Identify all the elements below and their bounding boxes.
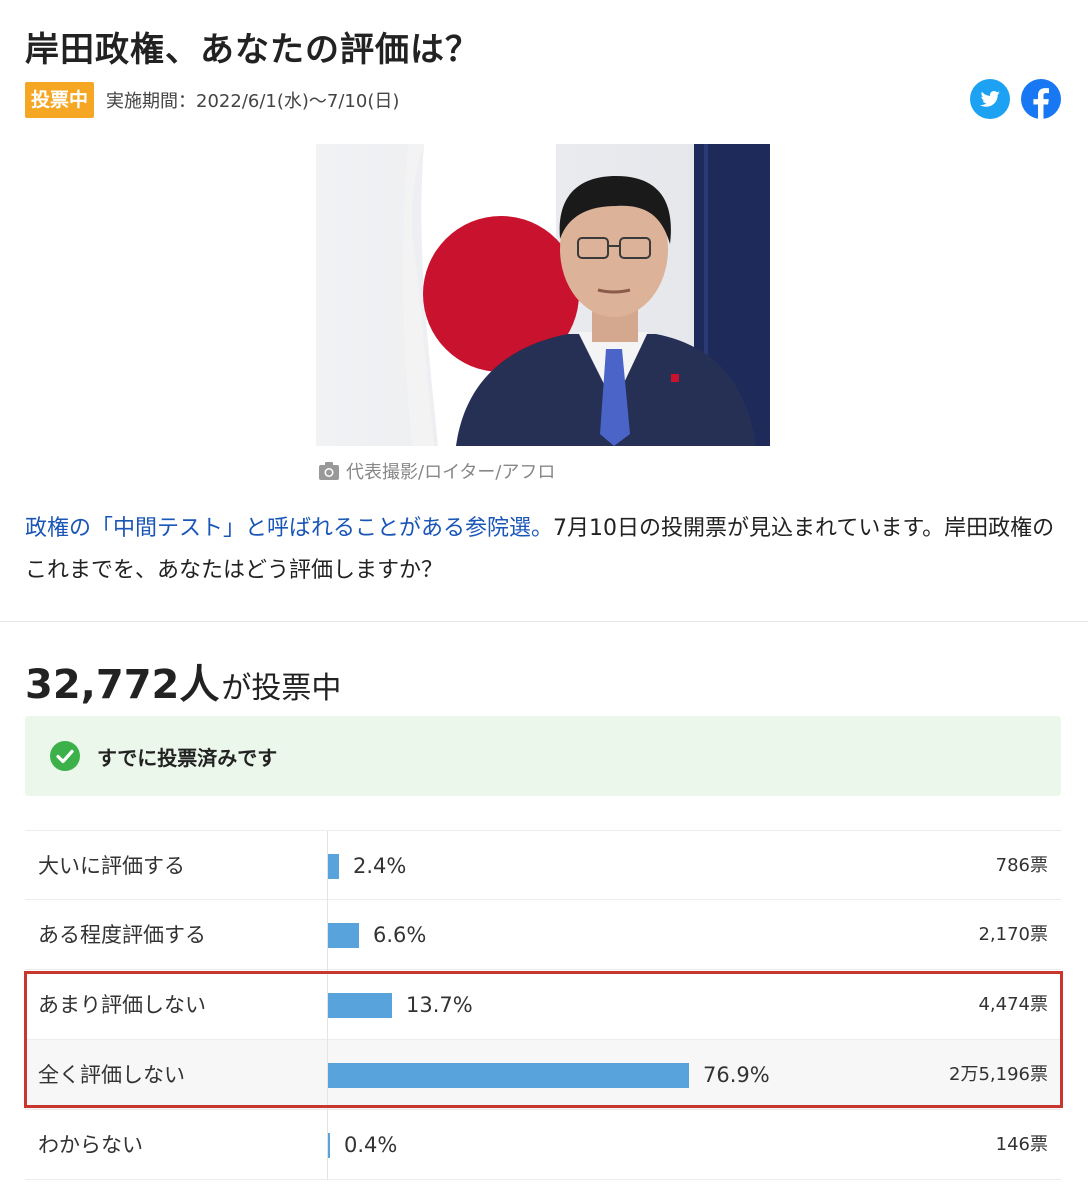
result-percent: 13.7% bbox=[406, 993, 473, 1017]
result-votes: 2,170票 bbox=[978, 924, 1048, 945]
article-photo bbox=[316, 144, 770, 446]
result-percent: 76.9% bbox=[703, 1063, 770, 1087]
facebook-icon bbox=[1033, 88, 1049, 119]
result-bar bbox=[328, 853, 339, 879]
result-label: わからない bbox=[38, 1133, 143, 1157]
result-votes: 146票 bbox=[995, 1134, 1048, 1155]
result-label: ある程度評価する bbox=[38, 923, 206, 947]
result-votes: 2万5,196票 bbox=[949, 1064, 1048, 1085]
vote-count-number: 32,772人 bbox=[25, 662, 220, 708]
result-bar-area: 13.7% bbox=[328, 970, 918, 1040]
result-label: 全く評価しない bbox=[38, 1063, 185, 1087]
result-row: 全く評価しない 76.9% 2万5,196票 bbox=[25, 1040, 1061, 1110]
result-percent: 2.4% bbox=[353, 854, 407, 878]
voted-notice-text: すでに投票済みです bbox=[97, 745, 278, 770]
result-bar-area: 76.9% bbox=[328, 1040, 918, 1110]
result-bar bbox=[328, 992, 392, 1018]
check-circle-icon bbox=[50, 741, 80, 771]
article-description: 政権の「中間テスト」と呼ばれることがある参院選。7月10日の投開票が見込まれてい… bbox=[25, 508, 1065, 592]
poll-period: 実施期間：2022/6/1(水)〜7/10(日) bbox=[106, 91, 400, 112]
result-votes: 4,474票 bbox=[978, 994, 1048, 1015]
result-label: 大いに評価する bbox=[38, 854, 185, 878]
twitter-share-button[interactable] bbox=[970, 79, 1010, 119]
photo-caption: 代表撮影/ロイター/アフロ bbox=[318, 458, 555, 484]
result-label: あまり評価しない bbox=[38, 993, 206, 1017]
section-divider bbox=[0, 621, 1088, 622]
vote-count: 32,772人 が投票中 bbox=[25, 652, 341, 710]
portrait-illustration bbox=[316, 144, 770, 446]
result-row: 大いに評価する 2.4% 786票 bbox=[25, 830, 1061, 901]
senate-election-link[interactable]: 政権の「中間テスト」と呼ばれることがある参院選。 bbox=[25, 516, 553, 541]
voted-notice: すでに投票済みです bbox=[25, 716, 1061, 796]
result-bar bbox=[328, 922, 359, 948]
facebook-share-button[interactable] bbox=[1021, 79, 1061, 119]
result-bar-area: 6.6% bbox=[328, 900, 918, 970]
twitter-icon bbox=[980, 91, 1000, 107]
page-title: 岸田政権、あなたの評価は？ bbox=[25, 30, 480, 70]
status-badge: 投票中 bbox=[25, 82, 95, 118]
result-bar-area: 2.4% bbox=[328, 831, 918, 901]
result-row: ある程度評価する 6.6% 2,170票 bbox=[25, 900, 1061, 970]
result-bar bbox=[328, 1132, 330, 1158]
result-row: あまり評価しない 13.7% 4,474票 bbox=[25, 970, 1061, 1040]
vote-count-suffix: が投票中 bbox=[221, 671, 342, 706]
camera-icon bbox=[319, 462, 339, 480]
poll-meta: 投票中 実施期間：2022/6/1(水)〜7/10(日) bbox=[25, 82, 399, 118]
photo-credit: 代表撮影/ロイター/アフロ bbox=[346, 462, 556, 483]
result-votes: 786票 bbox=[995, 855, 1048, 876]
result-percent: 0.4% bbox=[344, 1133, 398, 1157]
result-bar bbox=[328, 1062, 689, 1088]
results-table: 大いに評価する 2.4% 786票 ある程度評価する 6.6% 2,170票 あ… bbox=[25, 830, 1061, 1180]
result-bar-area: 0.4% bbox=[328, 1110, 918, 1180]
result-percent: 6.6% bbox=[373, 923, 427, 947]
result-row: わからない 0.4% 146票 bbox=[25, 1110, 1061, 1180]
